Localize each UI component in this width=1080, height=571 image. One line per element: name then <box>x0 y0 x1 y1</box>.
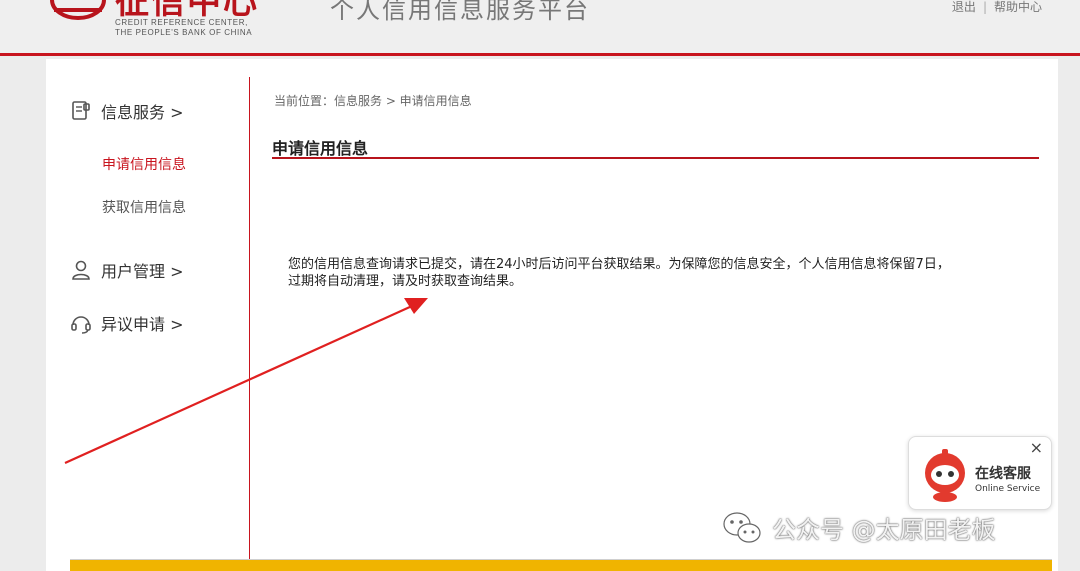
status-message-line: 您的信用信息查询请求已提交，请在24小时后访问平台获取结果。为保障您的信息安全，… <box>288 257 950 272</box>
sidebar-item-info-service[interactable]: 信息服务 > <box>70 99 184 123</box>
sidebar-item-label: 信息服务 > <box>101 103 184 122</box>
online-service-label: 在线客服 <box>975 466 1031 482</box>
watermark: 公众号 @太原田老板 <box>722 510 996 545</box>
sidebar-item-dispute[interactable]: 异议申请 > <box>70 311 184 335</box>
user-icon <box>72 260 90 280</box>
footer-bar <box>70 559 1052 571</box>
link-separator: | <box>982 0 987 14</box>
breadcrumb: 当前位置：信息服务 > 申请信用信息 <box>274 94 472 108</box>
content-area: 信息服务 > 申请信用信息 获取信用信息 用户管理 > 异议申请 > 当前位置：… <box>46 59 1058 571</box>
logo-subtitle: CREDIT REFERENCE CENTER, THE PEOPLE'S BA… <box>115 18 253 37</box>
sidebar: 信息服务 > 申请信用信息 获取信用信息 用户管理 > 异议申请 > <box>46 59 249 571</box>
title-divider <box>272 157 1039 159</box>
watermark-text: 公众号 @太原田老板 <box>772 516 996 544</box>
document-icon <box>72 101 90 120</box>
online-service-widget[interactable]: × 在线客服 Online Service <box>908 436 1052 510</box>
sidebar-subitem-apply-credit[interactable]: 申请信用信息 <box>102 154 186 174</box>
headset-icon <box>71 316 91 334</box>
close-icon[interactable]: × <box>1030 439 1043 457</box>
status-message-line: 过期将自动清理，请及时获取查询结果。 <box>288 274 523 289</box>
sidebar-item-label: 用户管理 > <box>101 262 184 281</box>
sidebar-item-user-management[interactable]: 用户管理 > <box>70 258 184 282</box>
logout-link[interactable]: 退出 <box>952 0 976 15</box>
sidebar-divider <box>249 77 250 571</box>
page-title: 申请信用信息 <box>272 139 369 158</box>
robot-mascot-icon <box>925 449 965 502</box>
wechat-icon <box>723 511 761 543</box>
platform-title: 个人信用信息服务平台 <box>330 0 590 24</box>
help-center-link[interactable]: 帮助中心 <box>994 0 1042 15</box>
online-service-sublabel: Online Service <box>975 484 1041 494</box>
top-links: 退出 | 帮助中心 <box>952 0 1042 15</box>
sidebar-item-label: 异议申请 > <box>101 315 184 334</box>
site-header: 征信中心 CREDIT REFERENCE CENTER, THE PEOPLE… <box>0 0 1080 56</box>
status-message: 您的信用信息查询请求已提交，请在24小时后访问平台获取结果。为保障您的信息安全，… <box>288 256 1018 290</box>
sidebar-subitem-get-credit[interactable]: 获取信用信息 <box>102 197 186 217</box>
logo-emblem-icon <box>50 0 106 20</box>
